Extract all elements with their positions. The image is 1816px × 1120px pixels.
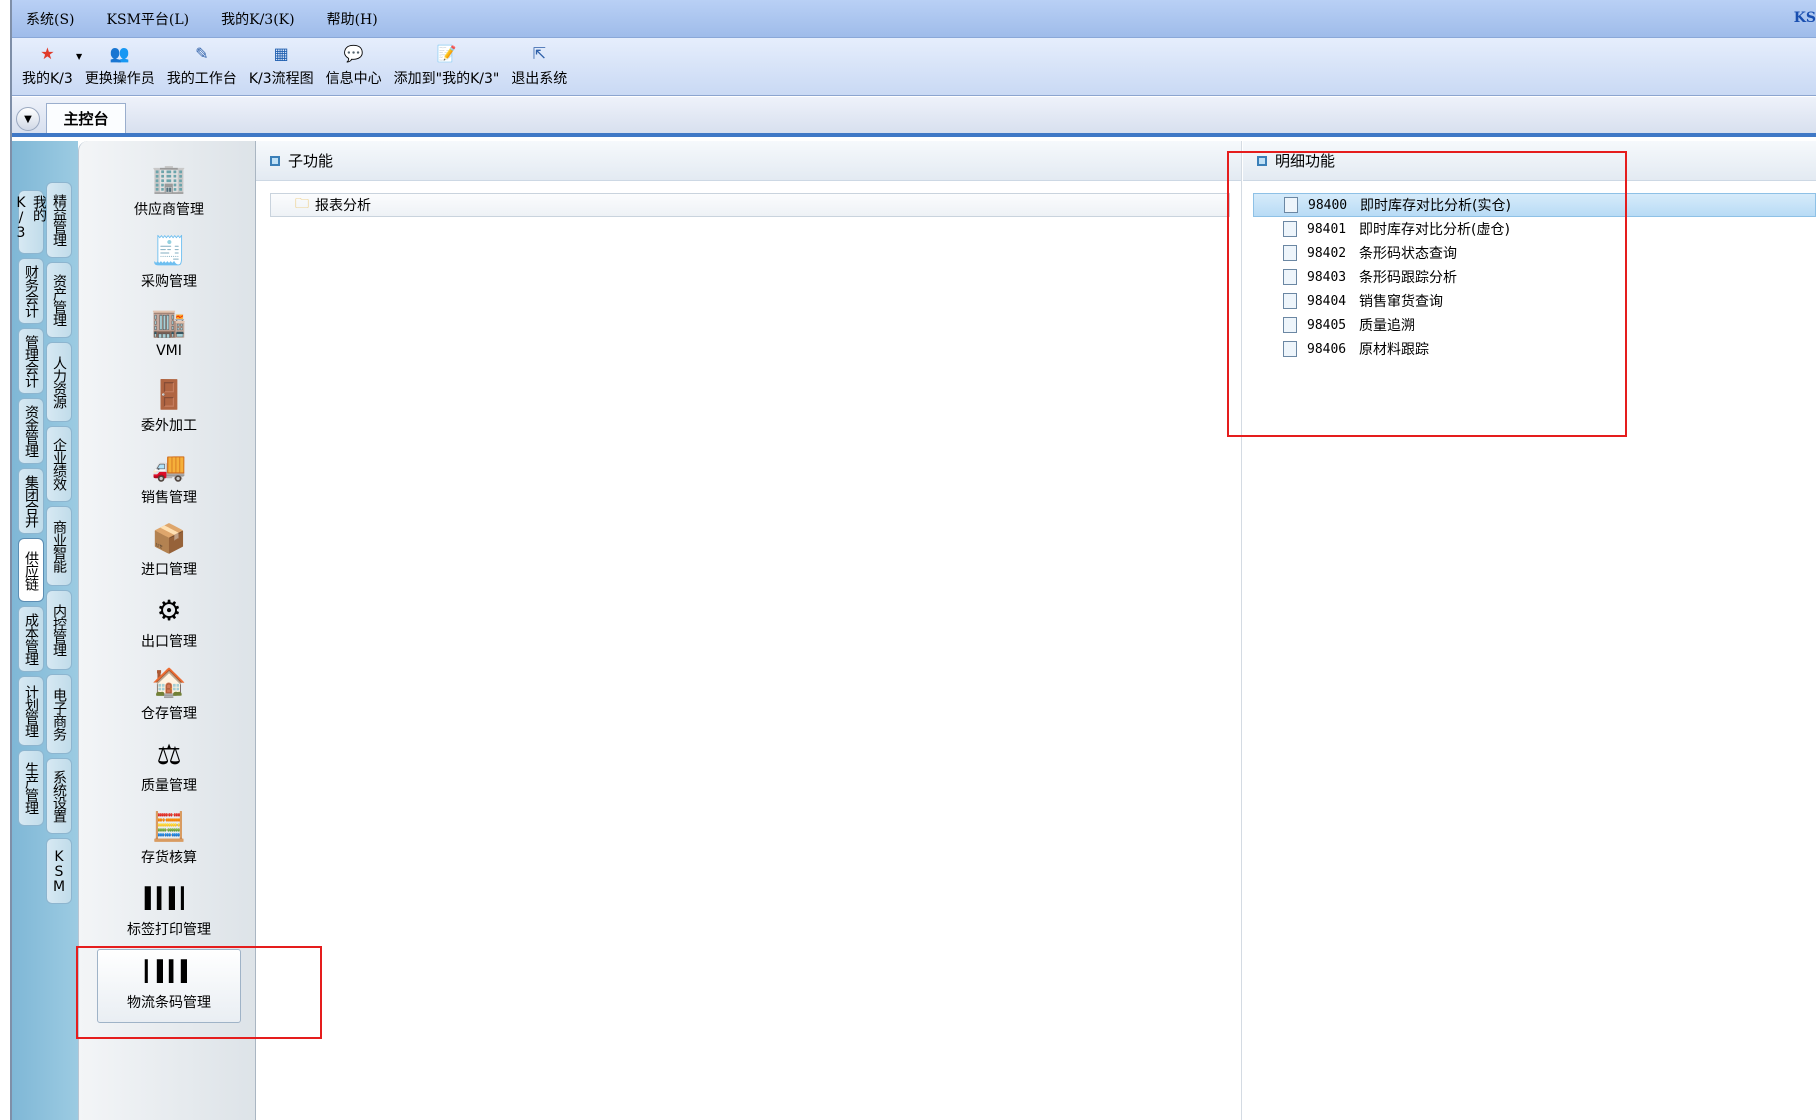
sub-function-title: 子功能 (288, 152, 334, 170)
nav-tab-enterprise-performance[interactable]: 企业绩效 (46, 426, 72, 502)
nav-tab-finance[interactable]: 财务会计 (18, 258, 44, 324)
module-outsourcing[interactable]: 🚪 委外加工 (97, 375, 241, 435)
brand-text: KS (1793, 10, 1816, 26)
menu-system[interactable]: 系统(S) (22, 7, 79, 31)
users-icon: 👥 (109, 43, 130, 63)
nav-tab-internal-control[interactable]: 内控管理 (46, 590, 72, 670)
window-left-border (0, 0, 12, 1120)
nav-tab-my-k3[interactable]: 我的K/3 (13, 190, 47, 254)
toolbar: ★ 我的K/3 ▼ 👥 更换操作员 ✎ 我的工作台 ▦ K/3流程图 💬 信息中… (12, 38, 1816, 96)
nav-tab-production-management[interactable]: 生产管理 (18, 750, 44, 826)
supplier-icon: 🏢 (151, 161, 187, 195)
exit-icon: ⇱ (532, 43, 547, 63)
nav-tab-group-consolidation[interactable]: 集团合并 (18, 468, 44, 534)
toolbar-label: K/3流程图 (248, 71, 314, 87)
sub-function-header: 子功能 (256, 141, 1241, 181)
module-label-printing[interactable]: ▌▍▌▎ 标签打印管理 (97, 879, 241, 939)
message-icon: 💬 (343, 43, 364, 63)
nav-tab-supply-chain[interactable]: 供应链 (18, 538, 44, 602)
sales-truck-icon: 🚚 (151, 449, 187, 483)
toolbar-label: 我的K/3 (22, 71, 73, 87)
toolbar-label: 我的工作台 (166, 71, 237, 87)
toolbar-info-center-button[interactable]: 💬 信息中心 (320, 38, 388, 88)
module-label: 出口管理 (141, 634, 197, 650)
module-supplier-management[interactable]: 🏢 供应商管理 (97, 159, 241, 219)
module-inventory-accounting[interactable]: 🧮 存货核算 (97, 807, 241, 867)
module-label: 质量管理 (141, 778, 197, 794)
module-label: 仓存管理 (141, 706, 197, 722)
annotation-box-detail (1227, 151, 1627, 437)
menu-ksm-platform[interactable]: KSM平台(L) (103, 7, 194, 31)
barcode-icon: ▌▍▌▎ (144, 886, 194, 910)
module-label: 存货核算 (141, 850, 197, 866)
toolbar-my-k3-button[interactable]: ★ 我的K/3 ▼ (16, 38, 82, 88)
module-import-management[interactable]: 📦 进口管理 (97, 519, 241, 579)
module-quality-management[interactable]: ⚖ 质量管理 (97, 735, 241, 795)
tab-menu-chevron-icon[interactable]: ▼ (16, 107, 40, 131)
flowchart-icon: ▦ (273, 43, 289, 63)
folder-icon: 🗀 (295, 196, 309, 212)
tab-strip: ▼ 主控台 (12, 97, 1816, 137)
nav-tab-system-settings[interactable]: 系统设置 (46, 758, 72, 834)
purchase-icon: 🧾 (151, 233, 187, 267)
calculator-icon: 🧮 (151, 809, 187, 843)
nav-tab-business-intelligence[interactable]: 商业智能 (46, 506, 72, 586)
module-purchase-management[interactable]: 🧾 采购管理 (97, 231, 241, 291)
nav-tab-cost-management[interactable]: 成本管理 (18, 606, 44, 672)
module-label: 进口管理 (141, 562, 197, 578)
pencil-icon: ✎ (195, 43, 209, 63)
toolbar-label: 退出系统 (511, 71, 568, 87)
module-label: 委外加工 (141, 418, 197, 434)
dropdown-arrow-icon[interactable]: ▼ (76, 52, 82, 61)
module-label: 标签打印管理 (127, 922, 211, 938)
module-label: 采购管理 (141, 274, 197, 290)
toolbar-workbench-button[interactable]: ✎ 我的工作台 (161, 38, 243, 88)
nav-column-1: 我的K/3 财务会计 管理会计 资金管理 集团合并 供应链 成本管理 计划管理 … (13, 190, 47, 830)
toolbar-label: 信息中心 (325, 71, 382, 87)
nav-tab-human-resources[interactable]: 人力资源 (46, 342, 72, 422)
folder-label: 报表分析 (315, 198, 371, 214)
nav-tab-management-accounting[interactable]: 管理会计 (18, 328, 44, 394)
module-vmi[interactable]: 🏬 VMI (97, 303, 241, 360)
nav-tab-e-commerce[interactable]: 电子商务 (46, 674, 72, 754)
module-label: 销售管理 (141, 490, 197, 506)
toolbar-switch-operator-button[interactable]: 👥 更换操作员 (79, 38, 161, 88)
module-export-management[interactable]: ⚙ 出口管理 (97, 591, 241, 651)
toolbar-exit-button[interactable]: ⇱ 退出系统 (505, 38, 573, 88)
menu-help[interactable]: 帮助(H) (323, 7, 382, 31)
folder-report-analysis[interactable]: 🗀 报表分析 (270, 193, 1230, 217)
vmi-icon: 🏬 (151, 305, 187, 339)
nav-column-2: 精益管理 资产管理 人力资源 企业绩效 商业智能 内控管理 电子商务 系统设置 … (46, 182, 72, 908)
module-sales-management[interactable]: 🚚 销售管理 (97, 447, 241, 507)
star-icon: ★ (40, 43, 55, 63)
nav-tab-asset-management[interactable]: 资产管理 (46, 262, 72, 338)
module-label: 供应商管理 (134, 202, 204, 218)
module-warehouse-management[interactable]: 🏠 仓存管理 (97, 663, 241, 723)
k3-main-window: 系统(S) KSM平台(L) 我的K/3(K) 帮助(H) KS ★ 我的K/3… (0, 0, 1816, 1120)
export-icon: ⚙ (156, 593, 182, 627)
toolbar-flowchart-button[interactable]: ▦ K/3流程图 (243, 38, 320, 88)
outsourcing-icon: 🚪 (151, 377, 187, 411)
sub-function-pane: 子功能 🗀 报表分析 (256, 141, 1242, 1120)
toolbar-label: 更换操作员 (84, 71, 155, 87)
nav-tab-plan-management[interactable]: 计划管理 (18, 676, 44, 746)
warehouse-icon: 🏠 (151, 665, 187, 699)
nav-tab-ksm[interactable]: KSM (46, 838, 72, 904)
menu-my-k3[interactable]: 我的K/3(K) (217, 7, 298, 31)
nav-tab-fund-management[interactable]: 资金管理 (18, 398, 44, 464)
annotation-box-module (76, 946, 322, 1039)
menu-bar: 系统(S) KSM平台(L) 我的K/3(K) 帮助(H) KS (12, 0, 1816, 38)
section-marker-icon (270, 155, 280, 166)
toolbar-add-to-my-k3-button[interactable]: 📝 添加到"我的K/3" (388, 38, 506, 88)
add-note-icon: 📝 (436, 43, 457, 63)
nav-tab-lean-management[interactable]: 精益管理 (46, 182, 72, 258)
tab-main-console[interactable]: 主控台 (46, 103, 126, 133)
import-icon: 📦 (151, 521, 187, 555)
toolbar-label: 添加到"我的K/3" (393, 71, 500, 87)
module-label: VMI (156, 343, 182, 359)
scale-icon: ⚖ (156, 737, 182, 771)
